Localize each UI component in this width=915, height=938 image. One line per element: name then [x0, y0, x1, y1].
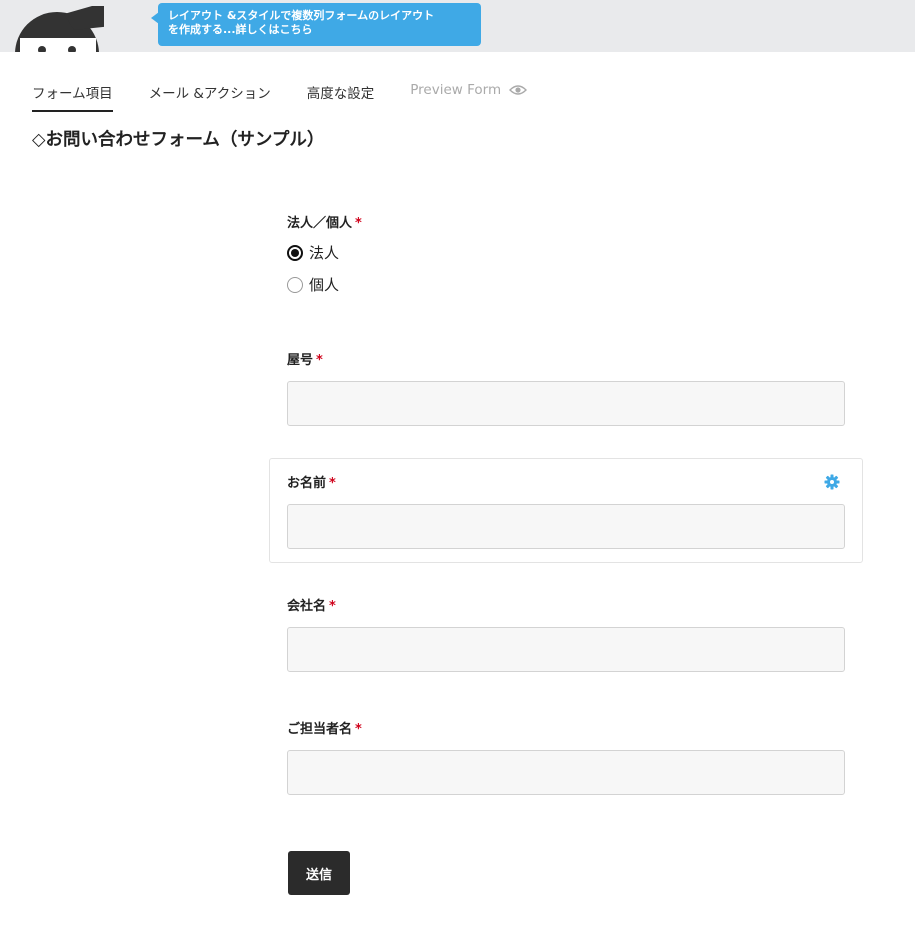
- radio-button-checked[interactable]: [287, 244, 303, 261]
- required-mark: *: [329, 599, 336, 614]
- entity-type-label: 法人／個人 *: [287, 212, 362, 231]
- tab-preview-form[interactable]: Preview Form: [410, 82, 528, 106]
- trade-name-label-text: 屋号: [287, 353, 314, 368]
- contact-person-label-text: ご担当者名: [287, 722, 353, 737]
- company-label: 会社名 *: [287, 595, 336, 614]
- radio-option-label: 個人: [309, 276, 340, 294]
- radio-option-corporate[interactable]: 法人: [287, 242, 339, 263]
- company-input[interactable]: [287, 627, 845, 672]
- required-mark: *: [329, 476, 336, 491]
- name-label: お名前 *: [287, 472, 336, 491]
- ninja-mascot-icon: [15, 6, 104, 52]
- required-mark: *: [355, 722, 362, 737]
- tab-emails-actions[interactable]: メール &アクション: [149, 82, 271, 110]
- required-mark: *: [355, 216, 362, 231]
- radio-button[interactable]: [287, 276, 303, 293]
- submit-button[interactable]: 送信: [288, 851, 350, 895]
- gear-icon[interactable]: [824, 474, 840, 490]
- form-title: ◇お問い合わせフォーム（サンプル）: [32, 130, 325, 150]
- contact-person-label: ご担当者名 *: [287, 718, 362, 737]
- tab-preview-label: Preview Form: [410, 82, 502, 98]
- company-label-text: 会社名: [287, 599, 327, 614]
- radio-option-label: 法人: [309, 244, 340, 262]
- name-label-text: お名前: [287, 476, 327, 491]
- layout-tip-line2: を作成する...詳しくはこちら: [168, 23, 313, 36]
- contact-person-input[interactable]: [287, 750, 845, 795]
- layout-tip-bubble[interactable]: レイアウト &スタイルで複数列フォームのレイアウト を作成する...詳しくはこち…: [151, 3, 481, 46]
- trade-name-label: 屋号 *: [287, 349, 323, 368]
- name-input[interactable]: [287, 504, 845, 549]
- top-banner: レイアウト &スタイルで複数列フォームのレイアウト を作成する...詳しくはこち…: [0, 0, 915, 52]
- tab-form-fields[interactable]: フォーム項目: [32, 82, 113, 112]
- radio-option-individual[interactable]: 個人: [287, 274, 339, 295]
- eye-icon: [509, 85, 528, 95]
- required-mark: *: [316, 353, 323, 368]
- entity-type-label-text: 法人／個人: [287, 216, 353, 231]
- layout-tip-line1: レイアウト &スタイルで複数列フォームのレイアウト: [168, 9, 435, 22]
- builder-tabs: フォーム項目 メール &アクション 高度な設定 Preview Form: [32, 82, 563, 112]
- tab-advanced-settings[interactable]: 高度な設定: [307, 82, 375, 110]
- trade-name-input[interactable]: [287, 381, 845, 426]
